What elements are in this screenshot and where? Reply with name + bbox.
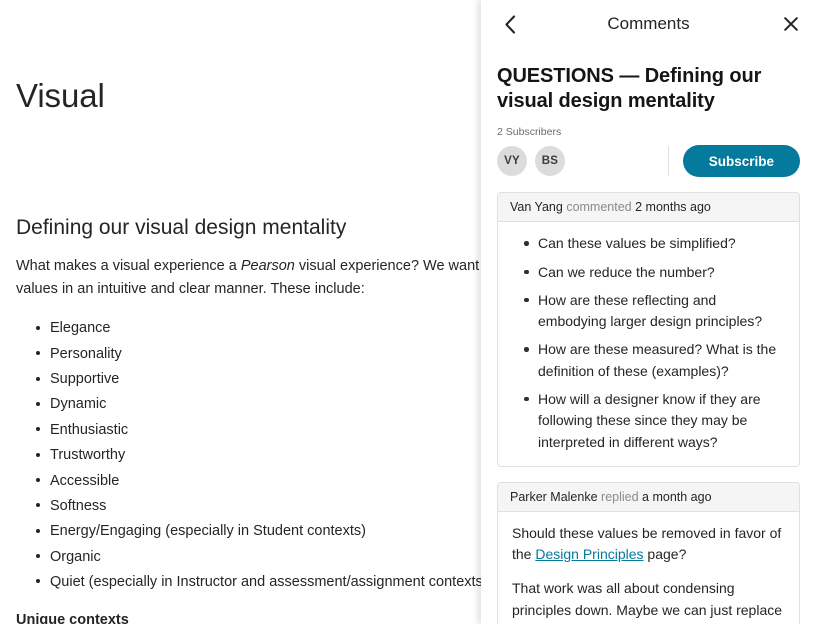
avatar[interactable]: VY [497,146,527,177]
subscribers-row: VY BS Subscribe [497,145,800,178]
comment-paragraph: That work was all about condensing princ… [512,580,783,624]
comment-body: Can these values be simplified? Can we r… [498,222,799,465]
subscribers-count: 2 Subscribers [497,126,562,139]
close-icon [784,17,798,31]
app-root: Visual Defining our visual design mental… [0,0,816,624]
comment-timestamp: a month ago [642,489,712,504]
design-principles-link[interactable]: Design Principles [535,546,643,562]
comment-card: Parker Malenke replied a month ago Shoul… [497,481,800,624]
comment-author[interactable]: Parker Malenke [510,490,598,504]
comment-verb: commented [566,200,632,215]
comment-author[interactable]: Van Yang [510,200,563,214]
divider [667,146,669,177]
back-button[interactable] [493,7,527,41]
comment-paragraph: Should these values be removed in favor … [512,523,785,566]
comments-panel: Comments QUESTIONS — Defining our visual… [481,0,816,624]
list-item: Can these values be simplified? [524,233,785,254]
brand-emphasis: Pearson [240,257,295,274]
panel-header: Comments [481,0,816,48]
chevron-left-icon [504,14,516,34]
list-item: How are these reflecting and embodying l… [524,290,785,333]
paragraph-text-after: page? [643,546,687,563]
comment-bullet-list: Can these values be simplified? Can we r… [512,233,785,452]
panel-body: QUESTIONS — Defining our visual design m… [481,48,816,624]
list-item: Can we reduce the number? [524,262,785,283]
comment-header: Van Yang commented 2 months ago [498,193,799,223]
subscribe-button[interactable]: Subscribe [682,145,800,178]
comment-timestamp: 2 months ago [635,200,711,215]
comment-header: Parker Malenke replied a month ago [498,482,799,512]
comment-verb: replied [601,489,639,504]
comment-card: Van Yang commented 2 months ago Can thes… [497,192,800,467]
comment-body: Should these values be removed in favor … [498,512,799,624]
avatar[interactable]: BS [535,146,565,177]
close-button[interactable] [774,7,808,41]
intro-text-start: What makes a visual experience a [16,257,241,274]
list-item: How will a designer know if they are fol… [524,389,785,453]
panel-title: Comments [607,14,690,33]
thread-title: QUESTIONS — Defining our visual design m… [497,65,762,113]
list-item: How are these measured? What is the defi… [524,339,785,382]
